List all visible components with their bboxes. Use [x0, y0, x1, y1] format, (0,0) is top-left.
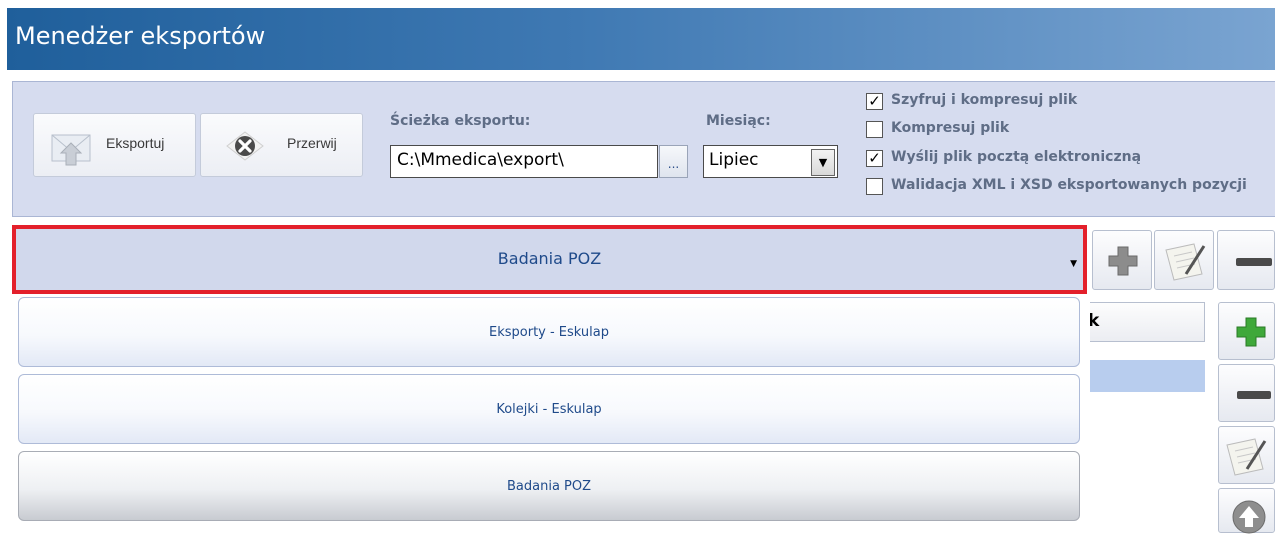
- plus-icon: [1235, 316, 1267, 352]
- xml-validation-label: Walidacja XML i XSD eksportowanych pozyc…: [891, 177, 1247, 193]
- xml-validation-checkbox[interactable]: [866, 178, 883, 195]
- stop-button[interactable]: Przerwij: [200, 113, 363, 177]
- remove-export-button[interactable]: [1217, 230, 1275, 290]
- stop-button-label: Przerwij: [287, 135, 337, 151]
- month-select[interactable]: Lipiec ▼: [703, 145, 838, 178]
- send-email-checkbox[interactable]: ✓: [866, 150, 883, 167]
- window-title: Menedżer eksportów: [15, 22, 266, 50]
- export-type-selected: Badania POZ: [497, 249, 602, 268]
- export-type-selector[interactable]: Badania POZ ▼: [12, 225, 1087, 294]
- move-up-button[interactable]: [1218, 488, 1275, 534]
- export-button[interactable]: Eksportuj: [33, 113, 196, 177]
- export-type-dropdown: Eksporty - Eskulap Kolejki - Eskulap Bad…: [12, 294, 1090, 533]
- export-button-label: Eksportuj: [106, 135, 165, 151]
- chevron-down-icon[interactable]: ▼: [811, 149, 835, 176]
- encrypt-compress-label: Szyfruj i kompresuj plik: [891, 92, 1078, 108]
- chevron-down-icon: ▼: [1070, 259, 1077, 269]
- compress-checkbox[interactable]: [866, 121, 883, 138]
- dropdown-item-label: Badania POZ: [506, 479, 592, 494]
- dropdown-item-badania-poz[interactable]: Badania POZ: [18, 451, 1080, 521]
- month-select-value: Lipiec: [709, 150, 759, 170]
- minus-icon: [1236, 258, 1272, 266]
- edit-export-button[interactable]: [1154, 230, 1214, 290]
- browse-path-label: ...: [667, 157, 680, 171]
- notepad-edit-icon: [1225, 435, 1269, 481]
- encrypt-compress-checkbox[interactable]: ✓: [866, 93, 883, 110]
- dropdown-item-eksporty-eskulap[interactable]: Eksporty - Eskulap: [18, 297, 1080, 367]
- checkmark-icon: ✓: [868, 92, 881, 110]
- grid-selected-row[interactable]: [1072, 360, 1205, 392]
- window-title-bar: Menedżer eksportów: [7, 8, 1275, 70]
- export-path-label: Ścieżka eksportu:: [390, 113, 531, 129]
- minus-icon: [1237, 391, 1271, 399]
- month-label: Miesiąc:: [706, 113, 771, 129]
- notepad-edit-icon: [1164, 240, 1208, 286]
- dropdown-item-kolejki-eskulap[interactable]: Kolejki - Eskulap: [18, 374, 1080, 444]
- dropdown-item-label: Eksporty - Eskulap: [489, 325, 609, 340]
- checkmark-icon: ✓: [868, 149, 881, 167]
- remove-item-button[interactable]: [1218, 364, 1275, 422]
- grid-column-header[interactable]: k: [1072, 302, 1205, 342]
- browse-path-button[interactable]: ...: [659, 145, 688, 178]
- add-export-button[interactable]: [1092, 230, 1152, 290]
- dropdown-item-label: Kolejki - Eskulap: [496, 402, 602, 417]
- edit-item-button[interactable]: [1218, 426, 1275, 484]
- grid-separator: [1206, 302, 1218, 533]
- arrow-up-icon: [1231, 499, 1267, 539]
- send-email-label: Wyślij plik pocztą elektroniczną: [891, 149, 1142, 165]
- export-path-input[interactable]: C:\Mmedica\export\: [390, 145, 658, 178]
- x-cross-icon: [225, 126, 265, 166]
- add-item-button[interactable]: [1218, 302, 1275, 360]
- compress-label: Kompresuj plik: [891, 120, 1010, 136]
- envelope-upload-icon: [46, 127, 96, 167]
- plus-icon: [1107, 245, 1139, 281]
